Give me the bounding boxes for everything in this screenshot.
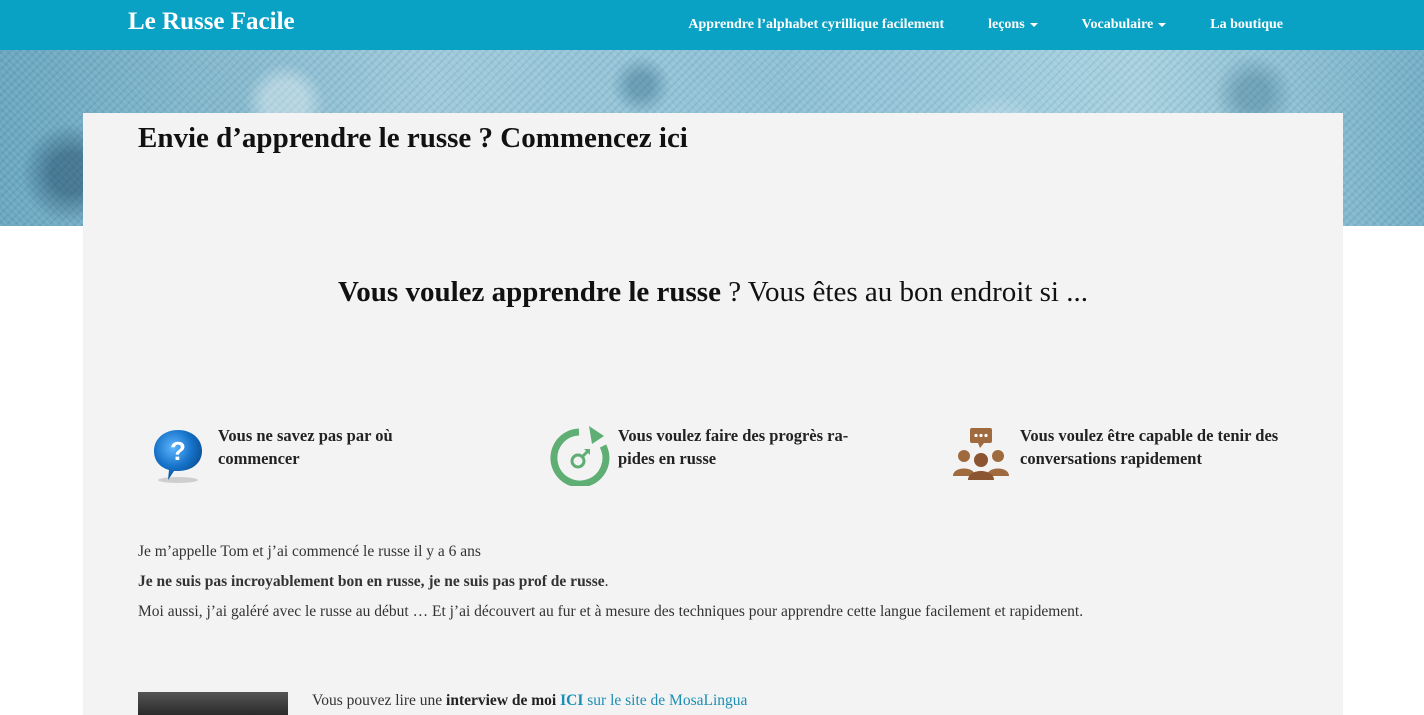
interview-link-bold: ICI xyxy=(560,692,584,709)
lead-rest-text: ? Vous êtes au bon endroit si ... xyxy=(720,276,1088,308)
interview-link-text: sur le site de MosaLingua xyxy=(583,692,748,709)
feature-conversations: Vous voulez être capable de tenir des co… xyxy=(950,424,1290,486)
question-bubble-icon: ? xyxy=(154,430,202,483)
site-brand-link[interactable]: Le Russe Facile xyxy=(128,8,295,36)
svg-text:?: ? xyxy=(170,436,186,466)
chevron-down-icon xyxy=(1029,22,1038,27)
feature-text: Vous ne savez pas par où commencer xyxy=(218,426,393,468)
nav-item-label: leçons xyxy=(988,17,1025,32)
intro-paragraph-3: Moi aussi, j’ai galéré avec le russe au … xyxy=(138,603,1084,620)
feature-text: Vous voulez être capable de tenir des co… xyxy=(1020,426,1279,468)
nav-item-vocabulaire[interactable]: Vocabulaire xyxy=(1060,17,1189,33)
nav-item-label: Apprendre l’alphabet cyrillique facileme… xyxy=(688,17,945,32)
conversation-people-icon xyxy=(953,428,1009,480)
feature-text: Vous voulez faire des progrès ra-pides e… xyxy=(618,426,849,468)
lead-bold-text: Vous voulez apprendre le russe xyxy=(338,276,721,308)
author-photo xyxy=(138,692,288,715)
nav-item-lecons[interactable]: leçons xyxy=(966,17,1060,33)
intro-paragraph-1: Je m’appelle Tom et j’ai commencé le rus… xyxy=(138,543,481,560)
progress-arrow-icon xyxy=(550,426,610,486)
nav-item-alphabet[interactable]: Apprendre l’alphabet cyrillique facileme… xyxy=(666,17,966,33)
intro-period: . xyxy=(604,573,609,590)
interview-pre-text: Vous pouvez lire une xyxy=(312,692,447,709)
nav-item-label: La boutique xyxy=(1210,17,1283,32)
intro-bold-text: Je ne suis pas incroyablement bon en rus… xyxy=(138,573,605,590)
nav-item-boutique[interactable]: La boutique xyxy=(1188,17,1283,33)
top-navbar: Le Russe Facile Apprendre l’alphabet cyr… xyxy=(0,0,1424,50)
feature-fast-progress: Vous voulez faire des progrès ra-pides e… xyxy=(548,424,883,486)
nav-item-label: Vocabulaire xyxy=(1081,17,1154,32)
lead-heading: Vous voulez apprendre le russe ? Vous êt… xyxy=(83,276,1343,309)
interview-bold-text: interview de moi xyxy=(446,692,557,709)
feature-where-to-start: ? Vous ne savez pas par où commencer xyxy=(148,424,448,486)
interview-link[interactable]: ICI sur le site de MosaLingua xyxy=(560,692,747,709)
content-panel xyxy=(83,113,1343,715)
intro-paragraph-2: Je ne suis pas incroyablement bon en rus… xyxy=(138,573,609,591)
interview-paragraph: Vous pouvez lire une interview de moi IC… xyxy=(312,692,747,710)
chevron-down-icon xyxy=(1158,22,1167,27)
page-title: Envie d’apprendre le russe ? Commencez i… xyxy=(138,122,688,154)
nav-menu: Apprendre l’alphabet cyrillique facileme… xyxy=(666,0,1283,50)
